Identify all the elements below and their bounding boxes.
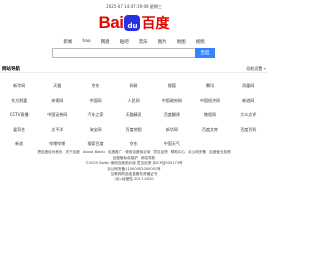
top-nav: 新闻 hao 网盘 贴吧 音乐 图片 地图 视频 [0,39,268,45]
site-link[interactable]: 凤凰网 [229,83,267,89]
nav-item-map[interactable]: 地图 [176,39,187,45]
logo-text-right: 百度 [141,15,170,31]
site-row: 新华网 天猫 京东 网易 搜狐 腾讯 凤凰网 [0,79,268,94]
site-link[interactable]: 百度百科 [229,127,267,133]
site-link[interactable]: 京东 [76,83,114,89]
site-link[interactable]: 哔哩哔哩 [38,141,76,147]
footer-link[interactable]: About Baidu [82,150,106,155]
site-link[interactable]: 央视网 [38,98,76,104]
date-time-bar: 2025-07 14:47:19:09 星期三 [106,4,162,9]
site-link[interactable]: 新华网 [153,127,191,133]
search-input[interactable] [52,48,195,58]
nav-item-video[interactable]: 视频 [195,39,206,45]
logo-text-left: Bai [98,13,124,32]
footer-link[interactable]: 把百度设为首页 [36,150,63,155]
site-link[interactable]: 网易 [115,83,153,89]
site-link[interactable]: 百度文库 [191,127,229,133]
baidu-paw-icon: du [124,15,141,31]
footer-permit: (京)-经营性-2017-0020 [114,177,154,182]
footer-link[interactable]: 帮助中心 [170,150,186,155]
site-link[interactable]: 东方财富 [0,98,38,104]
site-link[interactable]: 腾讯 [191,83,229,89]
site-link[interactable]: 中国证券网 [38,112,76,118]
site-row: 爱奇艺 太平洋 淘宝网 百度地图 新华网 百度文库 百度百科 [0,123,268,138]
site-link[interactable]: 淘宝网 [76,127,114,133]
nav-item-music[interactable]: 音乐 [138,39,149,45]
nav-item-tieba[interactable]: 贴吧 [119,39,130,45]
site-link[interactable]: 百度地图 [115,127,153,133]
site-link[interactable]: 新华网 [0,83,38,89]
site-link[interactable]: 天猫精灵 [115,112,153,118]
site-link[interactable]: 搜索百度 [76,141,114,147]
site-link[interactable]: 大众点评 [229,112,267,118]
search-bar: 百度 [52,48,215,58]
logo-paw-text: du [127,22,138,30]
site-link[interactable]: 京东 [115,141,153,147]
nav-item-hao[interactable]: hao [81,39,91,45]
site-link[interactable]: 太平洋 [38,127,76,133]
nav-item-news[interactable]: 新闻 [62,39,73,45]
site-link[interactable]: 中国天气 [153,141,191,147]
site-row: 东方财富 央视网 中国网 人民网 中国政府网 中国经济网 新浪网 [0,94,268,109]
site-link[interactable]: 人民网 [115,98,153,104]
site-link[interactable]: 爱奇艺 [0,127,38,133]
footer-link[interactable]: 百度推广 [107,150,123,155]
page-footer: 把百度设为首页 关于百度 About Baidu 百度推广 使用百度前必读 意见… [0,150,268,182]
site-grid: 新华网 天猫 京东 网易 搜狐 腾讯 凤凰网 东方财富 央视网 中国网 人民网 … [0,79,268,152]
search-button[interactable]: 百度 [195,48,215,58]
section-title: 网站导航 [2,66,20,72]
footer-link[interactable]: 意见反馈 [152,150,168,155]
site-link[interactable]: 携程网 [191,112,229,118]
site-link[interactable]: 中国网 [76,98,114,104]
site-link[interactable]: 中国政府网 [153,98,191,104]
site-link[interactable]: CCTV直播 [0,112,38,118]
site-link[interactable]: 百度翻译 [153,112,191,118]
site-row: CCTV直播 中国证券网 汽车之家 天猫精灵 百度翻译 携程网 大众点评 [0,108,268,123]
footer-link[interactable]: 使用百度前必读 [124,150,151,155]
nav-item-images[interactable]: 图片 [157,39,168,45]
footer-links: 把百度设为首页 关于百度 About Baidu 百度推广 使用百度前必读 意见… [0,150,268,161]
footer-link[interactable]: 关于百度 [64,150,80,155]
footer-link[interactable]: 京公网安备 [187,150,207,155]
site-link[interactable]: 汽车之家 [76,112,114,118]
footer-link[interactable]: 百度营业执照 [208,150,232,155]
site-link[interactable]: 新浪网 [229,98,267,104]
site-link[interactable]: 新浪 [0,141,38,147]
site-nav-header: 网站导航 导航设置 » [0,65,268,73]
baidu-logo[interactable]: Bai du 百度 [0,12,268,34]
site-link[interactable]: 天猫 [38,83,76,89]
site-link[interactable]: 搜狐 [153,83,191,89]
site-link[interactable]: 中国经济网 [191,98,229,104]
nav-item-pan[interactable]: 网盘 [100,39,111,45]
nav-settings-link[interactable]: 导航设置 » [246,66,266,72]
